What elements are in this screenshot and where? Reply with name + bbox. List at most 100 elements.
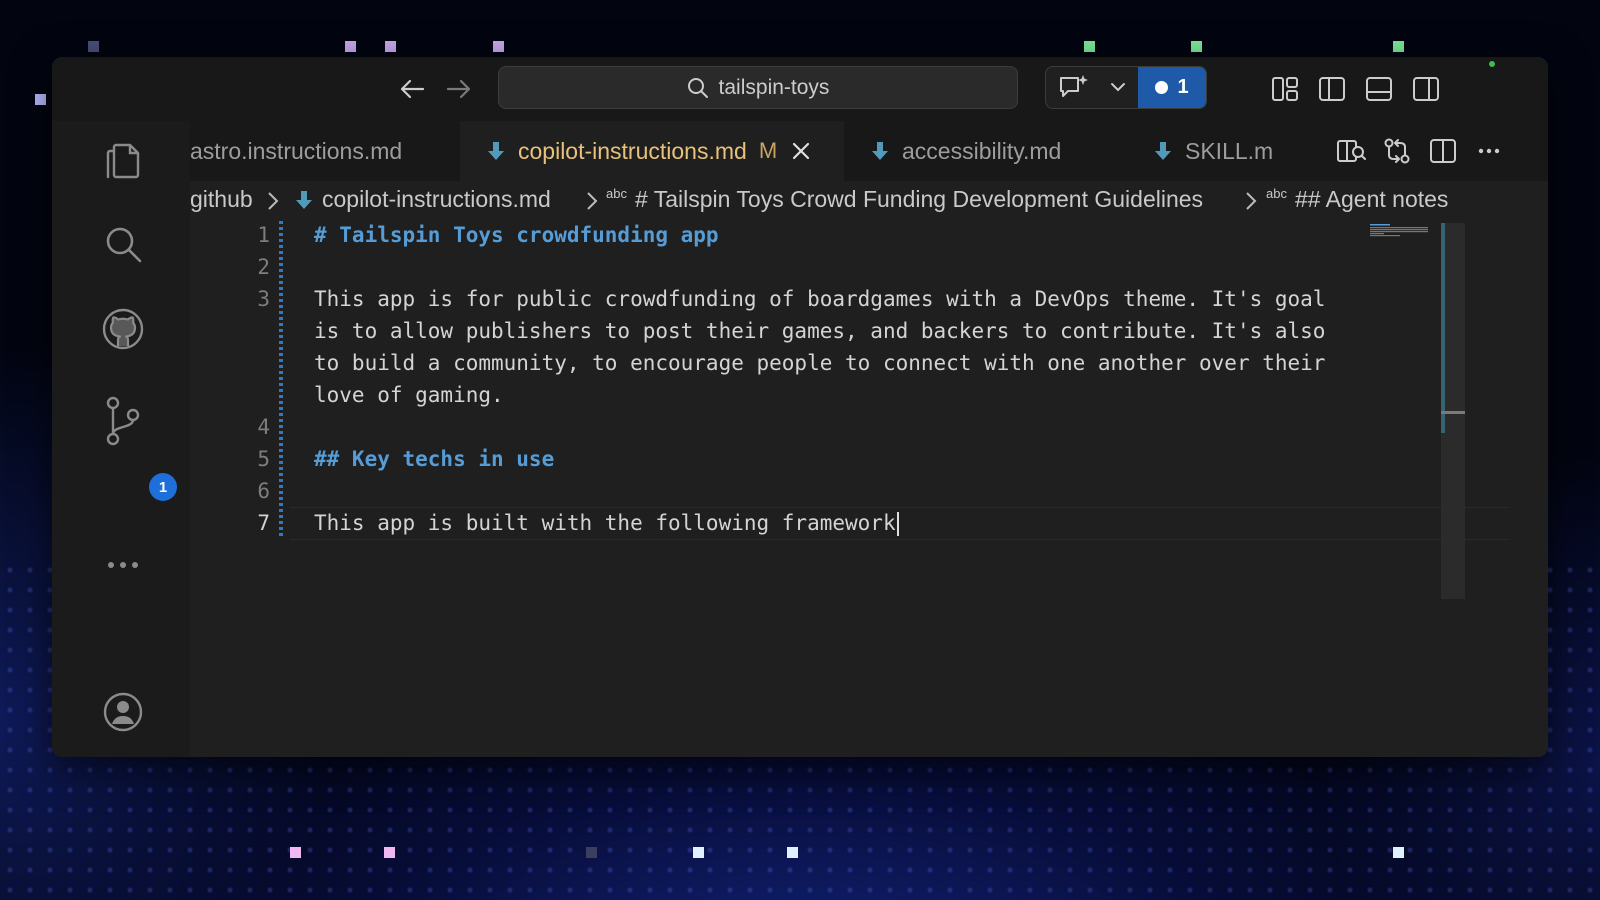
copilot-control-group: 1 <box>1045 66 1207 109</box>
tab-label: accessibility.md <box>902 137 1062 164</box>
editor-actions <box>1328 121 1548 181</box>
open-preview-button[interactable] <box>1334 134 1368 168</box>
status-dot-icon <box>1155 81 1169 94</box>
bg-pixel <box>384 847 395 858</box>
breadcrumb-heading-2-label: ## Agent notes <box>1294 186 1449 212</box>
compare-changes-icon <box>1384 138 1410 164</box>
code-line: # Tailspin Toys crowdfunding app <box>314 223 719 247</box>
chevron-down-icon <box>1111 83 1125 92</box>
scrollbar-cursor-marker <box>1441 411 1465 414</box>
tab-accessibility[interactable]: accessibility.md <box>844 121 1127 181</box>
code-line-current: This app is built with the following fra… <box>314 511 899 536</box>
tab-astro-instructions[interactable]: astro.instructions.md <box>190 121 460 181</box>
tab-label: SKILL.m <box>1185 137 1274 164</box>
breadcrumb-heading-1-label: # Tailspin Toys Crowd Funding Developmen… <box>634 186 1204 212</box>
bg-pixel <box>345 41 356 52</box>
line-number: 5 <box>257 447 270 471</box>
split-editor-icon <box>1430 139 1456 163</box>
line-number: 3 <box>257 287 270 311</box>
tab-label: copilot-instructions.md <box>518 137 747 164</box>
ellipsis-icon <box>1478 148 1500 154</box>
back-button[interactable] <box>396 73 428 105</box>
ellipsis-icon <box>108 562 138 568</box>
code-line: to build a community, to encourage peopl… <box>314 351 1326 375</box>
line-number: 1 <box>257 223 270 247</box>
preview-icon <box>1337 140 1366 162</box>
pending-changes-badge[interactable]: 1 <box>1138 67 1206 108</box>
editor-tab-bar: astro.instructions.md copilot-instructio… <box>190 121 1548 181</box>
breadcrumb-heading-2[interactable]: abc ## Agent notes <box>1266 186 1448 213</box>
github-button[interactable] <box>101 307 145 351</box>
copilot-dropdown-button[interactable] <box>1104 71 1132 103</box>
more-actions-button[interactable] <box>1472 134 1506 168</box>
bg-pixel <box>1084 41 1095 52</box>
bg-pixel <box>1191 41 1202 52</box>
accounts-button[interactable] <box>101 690 145 734</box>
source-control-icon <box>106 396 140 446</box>
code-line-text: This app is built with the following fra… <box>314 511 896 535</box>
breadcrumb-heading-1[interactable]: abc # Tailspin Toys Crowd Funding Develo… <box>606 186 1203 213</box>
bg-pixel <box>1393 847 1404 858</box>
split-editor-button[interactable] <box>1426 134 1460 168</box>
panel-bottom-icon <box>1366 77 1392 101</box>
chevron-right-icon <box>1246 192 1257 210</box>
command-center-search[interactable]: tailspin-toys <box>498 66 1018 109</box>
tab-close-button[interactable] <box>789 139 813 163</box>
open-changes-button[interactable] <box>1380 134 1414 168</box>
code-line: ## Key techs in use <box>314 447 555 471</box>
more-views-button[interactable] <box>101 543 145 587</box>
breadcrumb-file-label: copilot-instructions.md <box>322 186 551 212</box>
string-symbol-icon: abc <box>606 186 627 201</box>
layout-grid-icon <box>1272 77 1298 101</box>
chevron-right-icon <box>268 192 279 210</box>
text-cursor <box>896 512 899 536</box>
markdown-file-icon <box>1153 140 1173 162</box>
bg-pixel <box>787 847 798 858</box>
search-view-button[interactable] <box>101 222 145 266</box>
line-number: 4 <box>257 415 270 439</box>
toggle-primary-sidebar-button[interactable] <box>1315 72 1349 106</box>
forward-button[interactable] <box>443 73 475 105</box>
bg-pixel <box>586 847 597 858</box>
markdown-file-icon <box>296 190 312 209</box>
scrollbar-thumb[interactable] <box>1441 223 1445 433</box>
github-icon <box>102 308 144 350</box>
explorer-button[interactable] <box>101 137 145 181</box>
copilot-chat-button[interactable] <box>1054 71 1094 103</box>
toggle-secondary-sidebar-button[interactable] <box>1409 72 1443 106</box>
title-bar: tailspin-toys 1 <box>52 57 1548 122</box>
breadcrumb-folder[interactable]: github <box>190 186 253 213</box>
minimap[interactable] <box>1370 223 1430 237</box>
toggle-panel-button[interactable] <box>1362 72 1396 106</box>
sidebar-right-icon <box>1413 77 1439 101</box>
sidebar-left-icon <box>1319 77 1345 101</box>
arrow-right-icon <box>446 79 471 99</box>
bg-pixel <box>493 41 504 52</box>
bg-pixel <box>290 847 301 858</box>
activity-bar: 1 <box>52 121 190 757</box>
string-symbol-icon: abc <box>1266 186 1287 201</box>
source-control-button[interactable] <box>101 391 145 451</box>
account-icon <box>103 692 143 732</box>
line-number: 2 <box>257 255 270 279</box>
modified-lines-gutter-indicator <box>279 221 283 539</box>
bg-pixel <box>88 41 99 52</box>
chevron-right-icon <box>587 192 598 210</box>
bg-pixel <box>35 94 46 105</box>
bg-pixel <box>385 41 396 52</box>
markdown-file-icon <box>486 140 506 162</box>
line-number: 6 <box>257 479 270 503</box>
status-indicator-dot <box>1489 61 1495 67</box>
breadcrumb-file[interactable]: copilot-instructions.md <box>294 186 551 213</box>
search-text: tailspin-toys <box>718 75 830 99</box>
tab-skill[interactable]: SKILL.m <box>1127 121 1327 181</box>
text-editor[interactable]: 1 2 3 4 5 6 7 # Tailspin Toys crowdfundi… <box>190 221 1548 757</box>
breadcrumb: github copilot-instructions.md abc # Tai… <box>190 181 1548 221</box>
customize-layout-button[interactable] <box>1268 72 1302 106</box>
close-icon <box>793 142 810 160</box>
vscode-window: tailspin-toys 1 1 astro.instructions.md … <box>52 57 1548 757</box>
search-icon <box>106 227 142 263</box>
modified-indicator: M <box>758 138 778 163</box>
bg-pixel <box>1393 41 1404 52</box>
tab-copilot-instructions[interactable]: copilot-instructions.md M <box>460 121 844 181</box>
